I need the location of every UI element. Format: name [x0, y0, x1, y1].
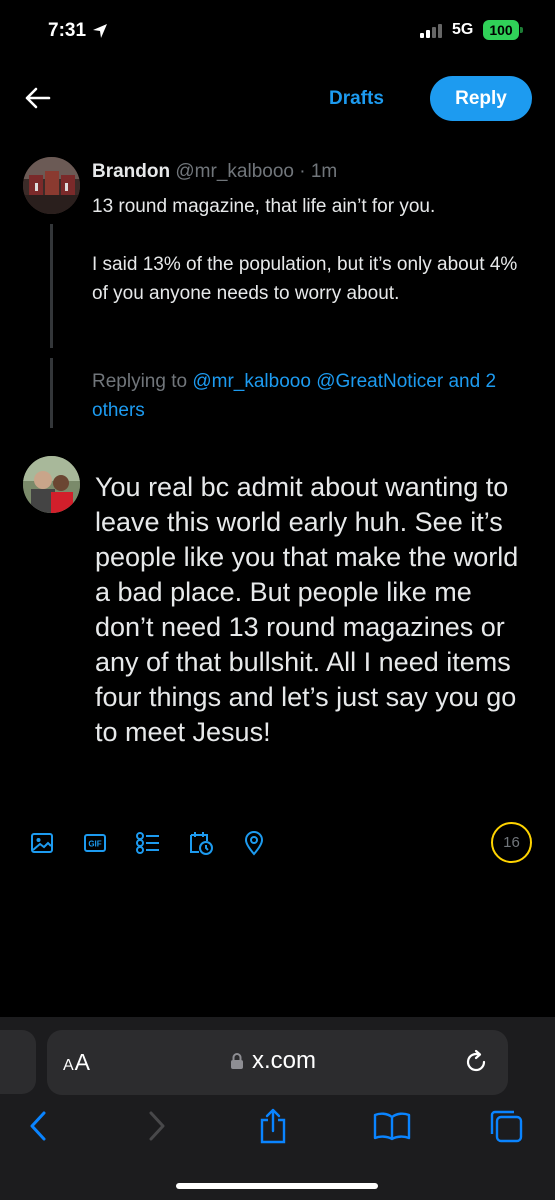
share-button[interactable] [255, 1106, 291, 1146]
drafts-button[interactable]: Drafts [329, 88, 384, 110]
battery-indicator: 100 [483, 20, 523, 40]
mention-link[interactable]: @mr_kalbooo [192, 371, 311, 392]
image-icon [30, 832, 53, 853]
share-icon [260, 1108, 286, 1144]
thread-connector [50, 224, 53, 348]
replying-to: Replying to @mr_kalbooo @GreatNoticer an… [92, 367, 522, 425]
author-handle[interactable]: @mr_kalbooo [175, 161, 294, 182]
back-button[interactable] [22, 82, 54, 114]
url-display[interactable]: x.com [230, 1047, 316, 1075]
back-nav-button[interactable] [20, 1106, 56, 1146]
gif-icon: GIF [83, 833, 106, 852]
text-size-large: A [74, 1049, 92, 1075]
calendar-clock-icon [189, 831, 213, 855]
schedule-button[interactable] [187, 829, 214, 856]
avatar-image [23, 456, 80, 513]
author-name[interactable]: Brandon [92, 161, 170, 182]
separator-dot: · [299, 161, 306, 182]
tweet-text-line: I said 13% of the population, but it’s o… [92, 254, 518, 304]
original-author-avatar[interactable] [23, 157, 80, 214]
tabs-button[interactable] [488, 1106, 524, 1146]
previous-tab-preview[interactable] [0, 1030, 36, 1094]
tweet-body: 13 round magazine, that life ain’t for y… [92, 192, 522, 337]
map-pin-icon [244, 830, 263, 856]
replying-to-label: Replying to [92, 371, 188, 392]
forward-nav-button[interactable] [139, 1106, 175, 1146]
user-avatar[interactable] [23, 456, 80, 513]
mention-link[interactable]: @GreatNoticer [316, 371, 443, 392]
chevron-right-icon [149, 1111, 165, 1141]
tabs-icon [490, 1110, 523, 1143]
reply-button[interactable]: Reply [430, 76, 532, 121]
clock-text: 7:31 [48, 20, 87, 41]
media-button[interactable] [28, 829, 55, 856]
url-text: x.com [252, 1047, 317, 1074]
svg-text:GIF: GIF [88, 839, 101, 848]
character-counter: 16 [491, 822, 532, 863]
location-arrow-icon [93, 24, 108, 38]
poll-list-icon [135, 831, 159, 854]
tweet-age: 1m [310, 161, 338, 182]
lock-icon [231, 1053, 243, 1069]
status-bar: 7:31 5G 100 [0, 0, 555, 62]
tweet-header: Brandon @mr_kalbooo · 1m [92, 161, 337, 183]
network-type: 5G [452, 21, 474, 38]
text-size-small: A [63, 1057, 75, 1074]
avatar-image [23, 157, 80, 214]
gif-button[interactable]: GIF [81, 829, 108, 856]
status-time: 7:31 [48, 20, 108, 42]
reply-text-input[interactable]: You real bc admit about wanting to leave… [95, 470, 535, 750]
thread-connector [50, 358, 53, 428]
arrow-left-icon [25, 87, 51, 109]
compose-toolbar: GIF [28, 829, 267, 856]
open-book-icon [373, 1112, 411, 1141]
reload-icon[interactable] [462, 1048, 490, 1076]
text-size-button[interactable]: AA [63, 1049, 91, 1076]
bookmarks-button[interactable] [371, 1106, 413, 1146]
poll-button[interactable] [134, 829, 161, 856]
home-indicator [176, 1183, 378, 1189]
chevron-left-icon [30, 1111, 46, 1141]
tweet-text-line: 13 round magazine, that life ain’t for y… [92, 196, 436, 217]
location-button[interactable] [240, 829, 267, 856]
signal-bars-icon [420, 24, 442, 38]
